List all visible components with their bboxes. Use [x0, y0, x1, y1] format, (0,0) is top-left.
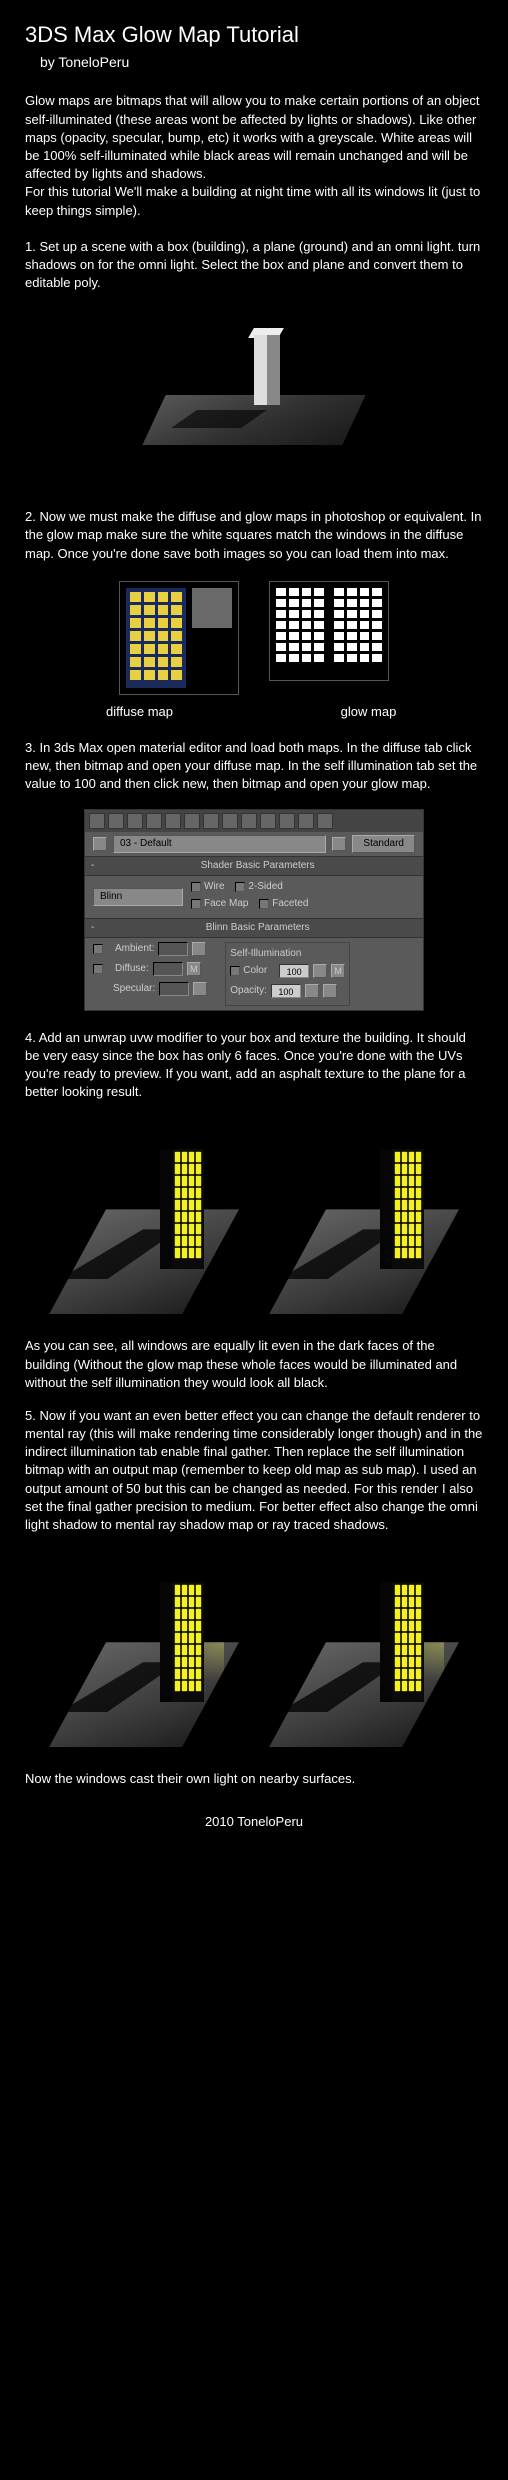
step-1: 1. Set up a scene with a box (building),… [25, 238, 483, 293]
figure-render-mentalray [25, 1552, 483, 1752]
step-3: 3. In 3ds Max open material editor and l… [25, 739, 483, 794]
face-map-checkbox[interactable]: Face Map [191, 897, 248, 911]
figure-render-preview [25, 1119, 483, 1319]
ambient-map-button[interactable] [192, 942, 206, 956]
observation-text: As you can see, all windows are equally … [25, 1337, 483, 1392]
material-slot-dropdown[interactable]: 03 - Default [113, 835, 326, 853]
toolbar-icon[interactable] [298, 813, 314, 829]
toolbar-icon[interactable] [317, 813, 333, 829]
opacity-spinner[interactable]: 100 [271, 984, 301, 998]
specular-color-swatch[interactable] [159, 982, 189, 996]
step-2: 2. Now we must make the diffuse and glow… [25, 508, 483, 563]
dropdown-arrow-icon[interactable] [332, 837, 346, 851]
diffuse-map-image [119, 581, 239, 695]
closing-text: Now the windows cast their own light on … [25, 1770, 483, 1788]
toolbar-icon[interactable] [241, 813, 257, 829]
two-sided-checkbox[interactable]: 2-Sided [235, 880, 282, 894]
toolbar-icon[interactable] [146, 813, 162, 829]
toolbar-icon[interactable] [165, 813, 181, 829]
eyedropper-icon[interactable] [93, 837, 107, 851]
toolbar-icon[interactable] [127, 813, 143, 829]
material-type-button[interactable]: Standard [352, 835, 415, 853]
shader-dropdown[interactable]: Blinn [93, 888, 183, 906]
toolbar-icon[interactable] [108, 813, 124, 829]
diffuse-label: Diffuse: [115, 962, 149, 976]
toolbar-icon[interactable] [260, 813, 276, 829]
blinn-section-header[interactable]: Blinn Basic Parameters [85, 918, 423, 938]
toolbar-icon[interactable] [222, 813, 238, 829]
author-byline: by ToneloPeru [40, 53, 483, 73]
opacity-label: Opacity: [230, 984, 267, 998]
diffuse-map-button[interactable]: M [187, 962, 201, 976]
ambient-color-swatch[interactable] [158, 942, 188, 956]
step-5: 5. Now if you want an even better effect… [25, 1407, 483, 1534]
toolbar-icon[interactable] [203, 813, 219, 829]
spinner-arrows-icon[interactable] [313, 964, 327, 978]
glow-map-label: glow map [279, 703, 459, 721]
wire-checkbox[interactable]: Wire [191, 880, 225, 894]
toolbar-icon[interactable] [184, 813, 200, 829]
glow-map-image [269, 581, 389, 681]
toolbar-icon[interactable] [89, 813, 105, 829]
step-4: 4. Add an unwrap uvw modifier to your bo… [25, 1029, 483, 1102]
figure-maps [25, 581, 483, 695]
specular-map-button[interactable] [193, 982, 207, 996]
self-illum-map-button[interactable]: M [331, 964, 345, 978]
material-editor-panel: 03 - Default Standard Shader Basic Param… [84, 809, 424, 1011]
page-title: 3DS Max Glow Map Tutorial [25, 20, 483, 51]
shader-section-header[interactable]: Shader Basic Parameters [85, 856, 423, 876]
diffuse-color-swatch[interactable] [153, 962, 183, 976]
diffuse-map-label: diffuse map [50, 703, 230, 721]
spinner-arrows-icon[interactable] [305, 984, 319, 998]
self-illumination-label: Self-Illumination [230, 947, 345, 961]
footer-credit: 2010 ToneloPeru [25, 1813, 483, 1831]
opacity-map-button[interactable] [323, 984, 337, 998]
intro-text: Glow maps are bitmaps that will allow yo… [25, 92, 483, 219]
faceted-checkbox[interactable]: Faceted [259, 897, 308, 911]
self-illum-spinner[interactable]: 100 [279, 964, 309, 978]
figure-scene-setup [25, 310, 483, 490]
self-illum-color-checkbox[interactable]: Color [230, 964, 267, 978]
toolbar-icon[interactable] [279, 813, 295, 829]
ambient-label: Ambient: [115, 942, 154, 956]
specular-label: Specular: [113, 982, 155, 996]
material-toolbar [85, 810, 423, 832]
